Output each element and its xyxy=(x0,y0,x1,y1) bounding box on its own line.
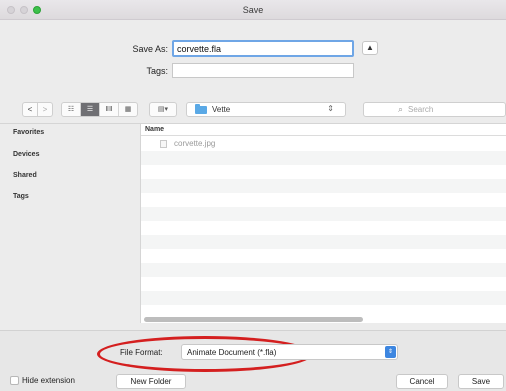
view-mode-switcher: ☷ ☰ ⅡⅡ ▦ xyxy=(61,102,138,117)
search-icon: ⌕ xyxy=(398,104,404,114)
empty-row xyxy=(141,221,506,235)
column-header: Name xyxy=(141,124,506,136)
location-label: Vette xyxy=(212,105,231,114)
cover-flow-view-button[interactable]: ▦ xyxy=(119,103,137,116)
sidebar-item-tags[interactable]: Tags xyxy=(13,193,29,200)
sidebar-item-devices[interactable]: Devices xyxy=(13,151,39,158)
forward-button[interactable]: > xyxy=(37,102,53,117)
file-format-label: File Format: xyxy=(120,348,163,357)
cancel-button[interactable]: Cancel xyxy=(396,374,448,389)
save-as-input[interactable]: corvette.fla xyxy=(172,40,354,57)
empty-row xyxy=(141,263,506,277)
search-field[interactable]: ⌕ Search xyxy=(363,102,506,117)
file-list: Name corvette.jpg xyxy=(140,123,506,323)
hide-extension-label: Hide extension xyxy=(22,376,75,385)
empty-row xyxy=(141,291,506,305)
icon-view-button[interactable]: ☷ xyxy=(62,103,81,116)
sidebar-item-shared[interactable]: Shared xyxy=(13,172,37,179)
empty-row xyxy=(141,151,506,165)
empty-row xyxy=(141,249,506,263)
empty-row xyxy=(141,235,506,249)
new-folder-button[interactable]: New Folder xyxy=(116,374,186,389)
file-name: corvette.jpg xyxy=(174,139,216,148)
sidebar: Favorites Devices Shared Tags xyxy=(0,123,140,323)
file-format-value: Animate Document (*.fla) xyxy=(187,348,277,357)
collapse-dialog-button[interactable]: ▲ xyxy=(362,41,378,55)
file-format-select[interactable]: Animate Document (*.fla) ⇕ xyxy=(181,344,398,360)
window-title: Save xyxy=(242,5,264,15)
folder-icon xyxy=(195,104,207,114)
tags-input[interactable] xyxy=(172,63,354,78)
empty-row xyxy=(141,207,506,221)
empty-row xyxy=(141,277,506,291)
save-as-label: Save As: xyxy=(132,44,168,54)
empty-row xyxy=(141,165,506,179)
location-popup[interactable]: Vette ⇕ xyxy=(186,102,346,117)
updown-arrows-icon: ⇕ xyxy=(327,104,334,113)
tags-label: Tags: xyxy=(146,66,168,76)
title-bar: Save xyxy=(0,0,506,20)
list-view-button[interactable]: ☰ xyxy=(81,103,100,116)
name-column-header[interactable]: Name xyxy=(145,126,164,133)
search-placeholder: Search xyxy=(408,105,434,114)
image-file-icon xyxy=(160,140,167,148)
table-row[interactable]: corvette.jpg xyxy=(141,137,506,151)
horizontal-scrollbar[interactable] xyxy=(144,317,363,322)
column-view-button[interactable]: ⅡⅡ xyxy=(100,103,119,116)
bottom-panel: File Format: Animate Document (*.fla) ⇕ … xyxy=(0,330,506,391)
empty-row xyxy=(141,193,506,207)
arrange-menu-button[interactable]: ▤▾ xyxy=(149,102,177,117)
back-button[interactable]: < xyxy=(22,102,38,117)
sidebar-item-favorites[interactable]: Favorites xyxy=(13,129,44,136)
save-dialog: Save Save As: corvette.fla ▲ Tags: < > ☷… xyxy=(0,0,506,391)
hide-extension-checkbox[interactable] xyxy=(10,376,19,385)
empty-row xyxy=(141,179,506,193)
save-button[interactable]: Save xyxy=(458,374,504,389)
updown-arrows-icon: ⇕ xyxy=(385,346,396,358)
